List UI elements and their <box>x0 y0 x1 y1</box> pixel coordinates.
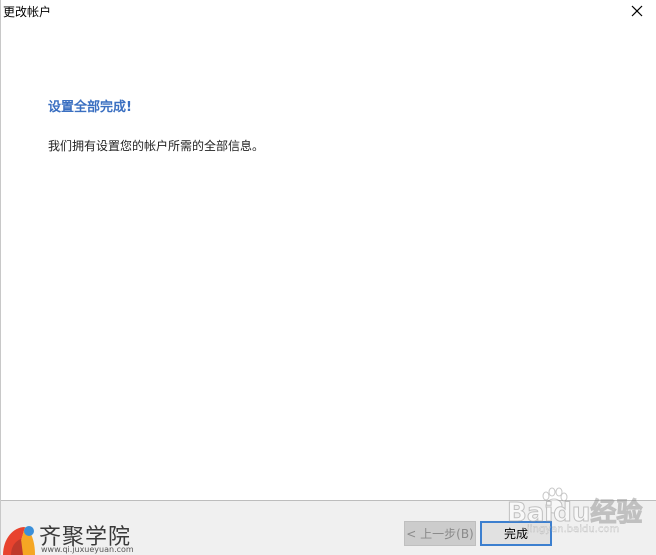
qiju-logo-icon <box>3 526 35 555</box>
qiju-watermark: 齐聚学院 www.qi.juxueyuan.com <box>1 517 141 555</box>
setup-complete-heading: 设置全部完成! <box>48 100 132 115</box>
close-button[interactable] <box>623 0 651 22</box>
setup-complete-message: 我们拥有设置您的帐户所需的全部信息。 <box>48 139 265 153</box>
title-bar: 更改帐户 <box>1 0 656 22</box>
baidu-watermark: Baidu经验 jingyan.baidu.com <box>501 484 651 542</box>
back-button: < 上一步(B) <box>404 521 476 546</box>
change-account-dialog: 更改帐户 设置全部完成! 我们拥有设置您的帐户所需的全部信息。 < 上一步(B)… <box>0 0 656 555</box>
window-title: 更改帐户 <box>3 5 52 19</box>
baidu-url: jingyan.baidu.com <box>527 524 620 535</box>
qiju-url: www.qi.juxueyuan.com <box>41 545 134 554</box>
close-icon <box>631 5 643 17</box>
